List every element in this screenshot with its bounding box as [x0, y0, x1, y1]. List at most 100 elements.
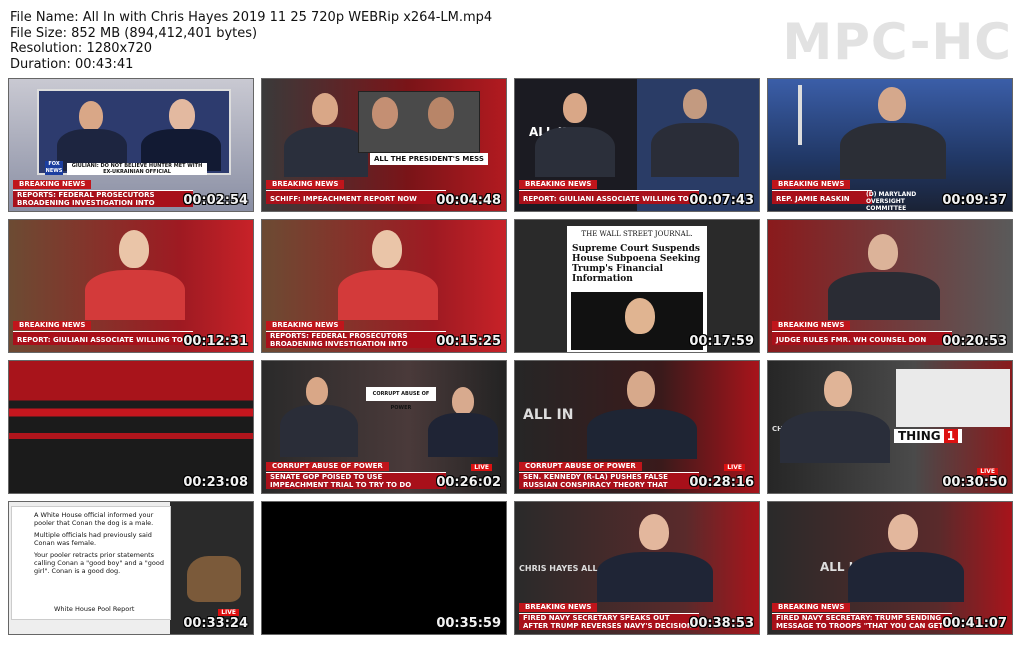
- breaking-news-tag: BREAKING NEWS: [772, 180, 851, 189]
- duration: Duration: 00:43:41: [10, 56, 134, 72]
- timestamp: 00:33:24: [183, 616, 248, 631]
- breaking-news-tag: BREAKING NEWS: [13, 180, 92, 189]
- anchor-body: [780, 411, 890, 463]
- breaking-news-tag: BREAKING NEWS: [13, 321, 92, 330]
- breaking-news-tag: BREAKING NEWS: [519, 603, 598, 612]
- segment-banner: ALL THE PRESIDENT'S MESS: [370, 153, 488, 165]
- live-badge: LIVE: [977, 468, 998, 475]
- file-size: File Size: 852 MB (894,412,401 bytes): [10, 25, 258, 41]
- scene: ALL IN BREAKING NEWS FIRED NAVY SECRETAR…: [768, 502, 1012, 634]
- scene: BREAKING NEWS JUDGE RULES FMR. WH COUNSE…: [768, 220, 1012, 352]
- segment-tag: CORRUPT ABUSE OF POWER: [519, 462, 642, 471]
- thumbnail-14[interactable]: 00:35:59: [261, 501, 507, 635]
- timestamp: 00:30:50: [942, 475, 1007, 490]
- guest-head: [683, 89, 707, 119]
- timestamp: 00:07:43: [689, 193, 754, 208]
- timestamp: 00:12:31: [183, 334, 248, 349]
- transition-bar: [9, 433, 253, 439]
- pool-report-source: White House Pool Report: [54, 605, 135, 613]
- pool-report-line-2: Multiple officials had previously said C…: [34, 531, 152, 547]
- breaking-news-tag: BREAKING NEWS: [772, 603, 851, 612]
- anchor-head: [306, 377, 328, 405]
- dog-conan: [187, 556, 241, 602]
- thumbnail-3[interactable]: ALL IN BREAKING NEWS REPORT: GIULIANI AS…: [514, 78, 760, 212]
- scene: ALL IN BREAKING NEWS REPORT: GIULIANI AS…: [515, 79, 759, 211]
- anchor-body: [284, 127, 368, 177]
- news-crawl: FIRED NAVY SECRETARY SPEAKS OUT AFTER TR…: [519, 613, 699, 630]
- news-crawl: REPORTS: FEDERAL PROSECUTORS BROADENING …: [13, 190, 193, 207]
- anchor-head: [79, 101, 103, 131]
- scene: [262, 502, 506, 634]
- live-badge: LIVE: [471, 464, 492, 471]
- timestamp: 00:35:59: [436, 616, 501, 631]
- scene: THE WALL STREET JOURNAL. Supreme Court S…: [515, 220, 759, 352]
- timestamp: 00:28:16: [689, 475, 754, 490]
- anchor-head: [563, 93, 587, 123]
- timestamp: 00:23:08: [183, 475, 248, 490]
- wsj-headline: Supreme Court Suspends House Subpoena Se…: [572, 244, 701, 284]
- thumbnail-8[interactable]: BREAKING NEWS JUDGE RULES FMR. WH COUNSE…: [767, 219, 1013, 353]
- anchor-head: [824, 371, 852, 407]
- thumbnail-10[interactable]: CORRUPT ABUSE OF POWER CORRUPT ABUSE OF …: [261, 360, 507, 494]
- live-badge: LIVE: [218, 609, 239, 616]
- anchor-head: [312, 93, 338, 125]
- timestamp: 00:02:54: [183, 193, 248, 208]
- guest-body: [587, 409, 697, 459]
- news-crawl: REPORT: GIULIANI ASSOCIATE WILLING TO TE…: [13, 331, 193, 345]
- guest-body: [828, 272, 940, 320]
- anchor-body: [280, 405, 358, 457]
- thumbnail-11[interactable]: ALL IN CORRUPT ABUSE OF POWER SEN. KENNE…: [514, 360, 760, 494]
- timestamp: 00:09:37: [942, 193, 1007, 208]
- guest-body: [651, 123, 739, 177]
- guest-head: [868, 234, 898, 270]
- guest-body: [85, 270, 185, 320]
- guest-head: [452, 387, 474, 415]
- news-crawl: REPORT: GIULIANI ASSOCIATE WILLING TO TE…: [519, 190, 699, 204]
- thumbnail-16[interactable]: ALL IN BREAKING NEWS FIRED NAVY SECRETAR…: [767, 501, 1013, 635]
- timestamp: 00:04:48: [436, 193, 501, 208]
- guest-body: [428, 413, 498, 457]
- segment-tag: CORRUPT ABUSE OF POWER: [266, 462, 389, 471]
- timestamp: 00:38:53: [689, 616, 754, 631]
- segment-title: ALL THE PRESIDENT'S MESS: [374, 155, 484, 163]
- guest-head: [169, 99, 195, 131]
- resolution: Resolution: 1280x720: [10, 41, 153, 56]
- thumbnail-15[interactable]: CHRIS HAYES ALL IN BREAKING NEWS FIRED N…: [514, 501, 760, 635]
- mugshot-1: [372, 97, 398, 129]
- scene: BREAKING NEWS REPORT: GIULIANI ASSOCIATE…: [9, 220, 253, 352]
- breaking-news-tag: BREAKING NEWS: [519, 180, 598, 189]
- guest-head: [888, 514, 918, 550]
- thumbnail-2[interactable]: ALL THE PRESIDENT'S MESS BREAKING NEWS S…: [261, 78, 507, 212]
- pool-report-line-3: Your pooler retracts prior statements ca…: [34, 551, 164, 575]
- scene: A White House official informed your poo…: [9, 502, 253, 634]
- thumbnail-6[interactable]: BREAKING NEWS REPORTS: FEDERAL PROSECUTO…: [261, 219, 507, 353]
- scene: FOX NEWS GIULIANI: DO NOT BELIEVE HUNTER…: [9, 79, 253, 211]
- breaking-news-tag: BREAKING NEWS: [772, 321, 851, 330]
- news-crawl: REPORTS: FEDERAL PROSECUTORS BROADENING …: [266, 331, 446, 348]
- scene: ALL IN CORRUPT ABUSE OF POWER SEN. KENNE…: [515, 361, 759, 493]
- guest-head: [878, 87, 906, 121]
- guest-head: [372, 230, 402, 268]
- thumbnail-13[interactable]: A White House official informed your poo…: [8, 501, 254, 635]
- thumbnail-12[interactable]: CHRIS HAYES THING1 LIVE 00:30:50: [767, 360, 1013, 494]
- timestamp: 00:15:25: [436, 334, 501, 349]
- scene: BREAKING NEWS REP. JAMIE RASKIN (D) MARY…: [768, 79, 1012, 211]
- thumbnail-9[interactable]: 00:23:08: [8, 360, 254, 494]
- news-crawl: FIRED NAVY SECRETARY: TRUMP SENDING MESS…: [772, 613, 952, 630]
- thumbnail-5[interactable]: BREAKING NEWS REPORT: GIULIANI ASSOCIATE…: [8, 219, 254, 353]
- file-info: File Name: All In with Chris Hayes 2019 …: [10, 10, 610, 72]
- thumbnail-4[interactable]: BREAKING NEWS REP. JAMIE RASKIN (D) MARY…: [767, 78, 1013, 212]
- scene: [9, 361, 253, 493]
- guest-title: (D) MARYLAND OVERSIGHT COMMITTEE: [866, 191, 917, 212]
- thumbnail-1[interactable]: FOX NEWS GIULIANI: DO NOT BELIEVE HUNTER…: [8, 78, 254, 212]
- timestamp: 00:26:02: [436, 475, 501, 490]
- anchor-body: [535, 127, 615, 177]
- scene: CHRIS HAYES ALL IN BREAKING NEWS FIRED N…: [515, 502, 759, 634]
- timestamp: 00:20:53: [942, 334, 1007, 349]
- thumbnail-7[interactable]: THE WALL STREET JOURNAL. Supreme Court S…: [514, 219, 760, 353]
- thing-label: THING: [898, 429, 941, 443]
- thing-one-graphic: THING 1: [894, 429, 962, 443]
- on-set-screen: CORRUPT ABUSE OF POWER: [366, 387, 436, 411]
- mpc-hc-logo: MPC-HC: [782, 13, 1012, 71]
- photo-subject: [625, 298, 655, 334]
